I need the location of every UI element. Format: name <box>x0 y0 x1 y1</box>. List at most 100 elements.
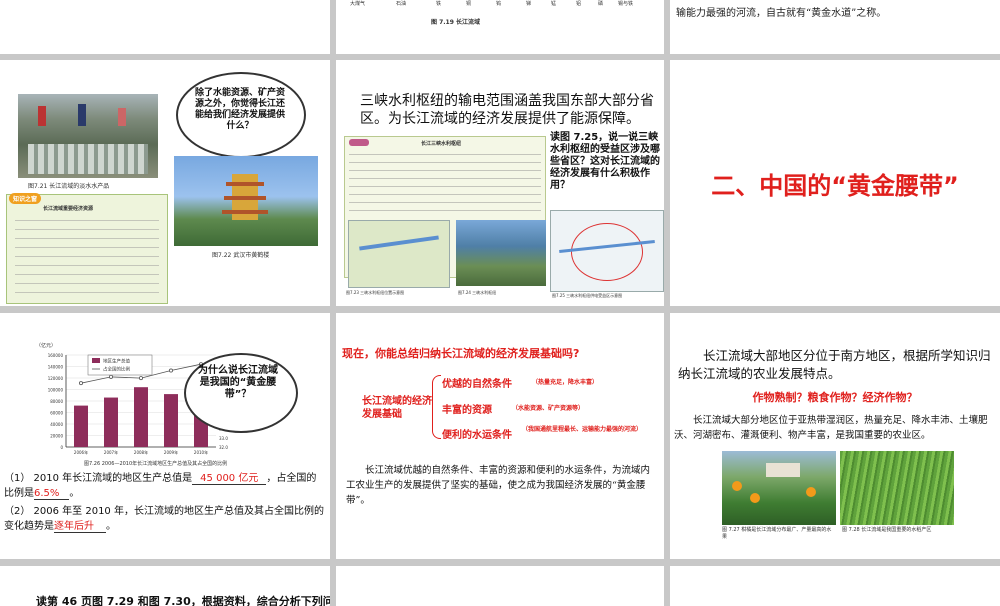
slide-text: 输能力最强的河流，自古就有“黄金水道”之称。 <box>676 8 887 19</box>
slide-question: 作物熟制？粮食作物？经济作物？ <box>752 391 918 404</box>
legend-item: 磷 <box>598 1 604 7</box>
y-tick-label: 20000 <box>50 434 63 439</box>
x-tick-label: 2007年 <box>104 449 118 455</box>
orange-orchard-photo <box>722 451 836 525</box>
figure-caption: 图7.22 武汉市黄鹤楼 <box>212 252 270 259</box>
y-tick-label: 160000 <box>48 353 64 358</box>
slide-heading: 长江流域大部地区分位于南方地区，根据所学知识归纳长江流域的农业发展特点。 <box>678 348 991 381</box>
box-heading: 长江流域重要经济资源 <box>43 206 94 212</box>
legend-item: 钨 <box>496 1 502 7</box>
exercise-1: （1） 2010 年长江流域的地区生产总值是 45 000 亿元 ，占全国的比例是6… <box>4 471 326 501</box>
q2-suffix: 。 <box>106 521 116 532</box>
q1-answer[interactable]: 45 000 亿元 <box>192 473 267 485</box>
mindmap-branch-3: 便利的水运条件 <box>442 430 512 441</box>
figure-caption: 图7.24 三峡水利枢纽 <box>458 290 497 295</box>
x-tick-label: 2006年 <box>74 449 88 455</box>
y-tick-label: 80000 <box>50 399 63 404</box>
cloud-question: 除了水能资源、矿产资源之外，你觉得长江还能给我们经济发展提供什么？ <box>194 88 285 131</box>
x-tick-label: 2010年 <box>194 449 208 455</box>
slide-thumbnail-5[interactable]: 三峡水利枢纽的输电范围涵盖我国东部大部分省区。为长江流域的经济发展提供了能源保障… <box>336 60 664 306</box>
knowledge-box: 知识之窗 长江流域重要经济资源 <box>6 193 168 304</box>
figure-caption: 图7.21 长江流域的淡水水产品 <box>28 183 110 190</box>
figure-caption: 图 7.19 长江流域 <box>431 19 480 26</box>
yellow-crane-tower-photo <box>174 156 318 246</box>
map-legend: 大煤气 石油 铁 铜 钨 锑 锰 铝 磷 锡与铁 <box>336 0 636 10</box>
q1-prefix: （1） 2010 年长江流域的地区生产总值是 <box>4 473 193 484</box>
y-tick-label: 0 <box>60 445 63 450</box>
bar <box>74 405 88 447</box>
q1-suffix: 。 <box>69 488 80 499</box>
q1-answer-2[interactable]: 6.5% <box>34 488 70 500</box>
box-heading: 长江三峡水利枢纽 <box>421 141 462 147</box>
legend-item: 锡与铁 <box>618 1 634 7</box>
legend-item: 石油 <box>396 1 407 7</box>
dam-photo <box>456 220 546 286</box>
box-body-text <box>15 215 159 295</box>
y-tick-label: 100000 <box>48 388 64 393</box>
x-tick-label: 2009年 <box>164 449 178 455</box>
y2-tick-label: 33.0 <box>219 436 228 441</box>
slide-thumbnail-7[interactable]: （亿元） 160000 140000 120000 100000 80000 60000 40… <box>0 313 330 559</box>
legend-item: 铁 <box>436 1 442 7</box>
x-tick-label: 2008年 <box>134 449 148 455</box>
legend-item: 铜 <box>466 1 472 7</box>
figure-caption: 图 7.27 柑橘是长江流域分布最广、产量最高的水果 <box>722 527 832 540</box>
mindmap-root: 长江流域的经济发展基础 <box>362 396 432 420</box>
location-map <box>348 220 450 288</box>
q2-prefix: （2） 2006 年至 2010 年，长江流域的地区生产总值及其占全国比例的变化… <box>4 506 324 532</box>
line-point <box>109 374 114 379</box>
bar <box>164 394 178 447</box>
y-tick-label: 40000 <box>50 422 63 427</box>
y-tick-label: 140000 <box>48 365 64 370</box>
cloud-question: 为什么说长江流域是我国的“黄金腰带”？ <box>198 365 278 400</box>
rice-field-photo <box>840 451 954 525</box>
mindmap-branch-1: 优越的自然条件 <box>442 379 512 390</box>
summary-paragraph: 长江流域优越的自然条件、丰富的资源和便利的水运条件，为流域内工农业生产的发展提供… <box>346 465 651 506</box>
box-body-text <box>349 149 541 217</box>
legend-label: 地区生产总值 <box>103 358 130 365</box>
slide-thumbnail-11[interactable] <box>336 566 664 606</box>
line-point <box>168 368 173 373</box>
fish-market-photo <box>18 94 158 178</box>
legend-item: 锑 <box>526 1 532 7</box>
slide-thumbnail-3[interactable]: 输能力最强的河流，自古就有“黄金水道”之称。 <box>670 0 1000 54</box>
slide-thumbnail-6[interactable]: 二、中国的“黄金腰带” <box>670 60 1000 306</box>
mindmap-branch-2: 丰富的资源 <box>442 405 492 416</box>
y-tick-label: 120000 <box>48 376 64 381</box>
box-badge: 知识之窗 <box>9 193 42 204</box>
legend-swatch-bar <box>92 358 100 363</box>
mindmap-brace <box>432 375 441 439</box>
slide-thumbnail-10[interactable]: 读第 46 页图 7.29 和图 7.30，根据资料，综合分析下列问题 <box>0 566 330 606</box>
q2-answer[interactable]: 逐年后升 <box>54 521 106 533</box>
legend-item: 大煤气 <box>350 1 366 7</box>
legend-label: 占全国的比例 <box>103 366 130 373</box>
line-point <box>139 376 144 381</box>
box-tag <box>349 139 369 146</box>
mindmap-note-2: （水能资源、矿产资源等） <box>512 405 585 412</box>
figure-caption: 图7.26 2006—2010年长江流域地区生产总值及其占全国的比例 <box>84 461 228 467</box>
figure-caption: 图7.25 三峡水利枢纽供电受益区示意图 <box>552 293 623 298</box>
mindmap-note-1: （热量充足，降水丰富） <box>532 379 599 386</box>
slide-thumbnail-12[interactable] <box>670 566 1000 606</box>
summary-paragraph: 长江流域大部分地区位于亚热带湿润区，热量充足、降水丰沛、土壤肥沃、河湖密布、灌溉… <box>674 415 988 441</box>
legend-item: 锰 <box>551 1 557 7</box>
legend-item: 铝 <box>576 1 582 7</box>
figure-caption: 图 7.28 长江流域是我国重要的水稻产区 <box>842 527 932 533</box>
slide-question: 现在，你能总结归纳长江流域的经济发展基础吗? <box>342 347 580 360</box>
exercise-2: （2） 2006 年至 2010 年，长江流域的地区生产总值及其占全国比例的变化… <box>4 504 326 534</box>
line-point <box>79 381 84 386</box>
y-tick-label: 60000 <box>50 411 63 416</box>
slide-thumbnail-8[interactable]: 现在，你能总结归纳长江流域的经济发展基础吗? 长江流域的经济发展基础 优越的自然… <box>336 313 664 559</box>
bar <box>104 397 118 447</box>
bar <box>134 387 148 447</box>
slide-thumbnail-4[interactable]: 图7.21 长江流域的淡水水产品 除了水能资源、矿产资源之外，你觉得长江还能给我… <box>0 60 330 306</box>
figure-caption: 图7.23 三峡水利枢纽位置示意图 <box>346 290 405 295</box>
slide-thumbnail-2[interactable]: 大煤气 石油 铁 铜 钨 锑 锰 铝 磷 锡与铁 图 7.19 长江流域 <box>336 0 664 54</box>
slide-thumbnail-9[interactable]: 长江流域大部地区分位于南方地区，根据所学知识归纳长江流域的农业发展特点。 作物熟… <box>670 313 1000 559</box>
slide-thumbnail-1[interactable] <box>0 0 330 54</box>
reading-question: 读图 7.25，说一说三峡水利枢纽的受益区涉及哪些省区？这对长江流域的经济发展有… <box>550 132 660 191</box>
y-axis-label: （亿元） <box>36 342 56 349</box>
slide-heading: 三峡水利枢纽的输电范围涵盖我国东部大部分省区。为长江流域的经济发展提供了能源保障… <box>360 93 654 127</box>
y2-tick-label: 32.0 <box>219 445 228 450</box>
mindmap-note-3: （我国通航里程最长、运输能力最强的河流） <box>522 426 643 433</box>
